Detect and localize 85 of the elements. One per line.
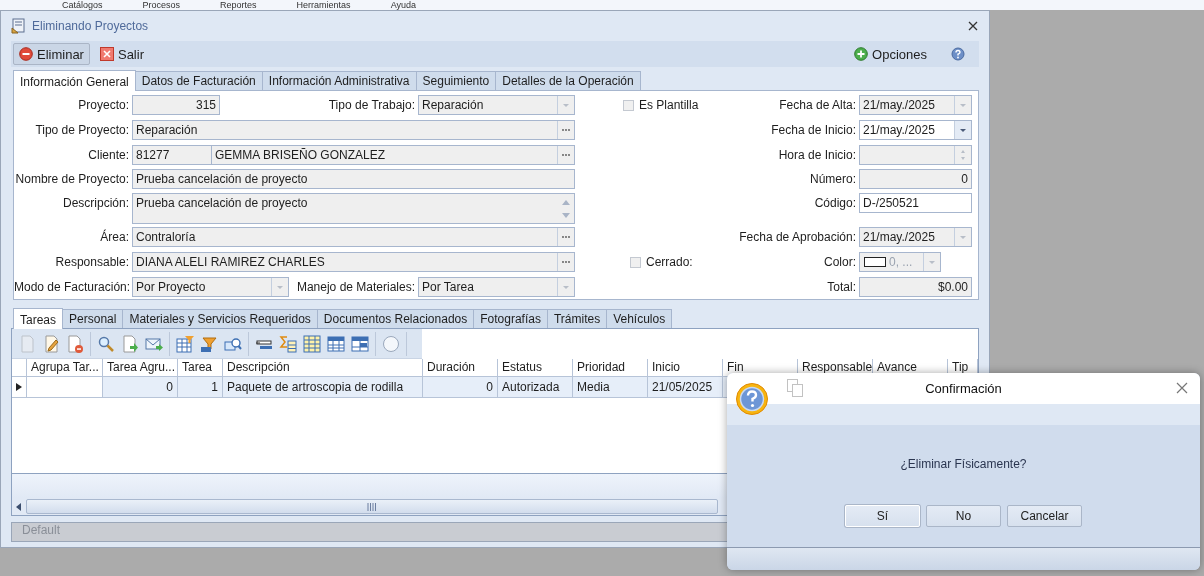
plus-circle-icon [854, 47, 869, 61]
document-ruler-icon [11, 18, 27, 34]
table-cell: 0 [103, 377, 178, 398]
column-header[interactable]: Inicio [648, 359, 723, 377]
menu-item[interactable]: Ayuda [390, 0, 416, 10]
toolbar-button[interactable]: Salir [93, 43, 150, 65]
close-box-icon [99, 47, 114, 61]
field-label: Proyecto: [77, 97, 130, 114]
copy-icon[interactable] [787, 379, 803, 397]
table-filter-icon[interactable] [176, 334, 194, 353]
table-cell: 0 [423, 377, 498, 398]
dialog-button[interactable]: Cancelar [1007, 505, 1082, 527]
field-label: Fecha de Alta: [778, 97, 857, 114]
color-swatch-icon [864, 256, 886, 268]
edit-page-icon[interactable] [42, 334, 60, 353]
column-header[interactable]: Prioridad [573, 359, 648, 377]
close-icon[interactable] [967, 20, 979, 32]
circle-icon[interactable] [382, 334, 400, 353]
table-icon[interactable] [327, 334, 345, 353]
checkbox-label: Cerrado: [646, 254, 693, 271]
field-label: Total: [826, 279, 857, 296]
window-title: Eliminando Proyectos [32, 19, 150, 33]
table-cell: 21/05/2025 [648, 377, 723, 398]
table-icon[interactable] [351, 334, 369, 353]
field-label: Nombre de Proyecto: [14, 171, 130, 188]
field-label: Color: [823, 254, 857, 271]
field-label: Área: [99, 228, 130, 246]
dialog-title: Confirmación [925, 381, 1002, 396]
tab[interactable]: Tareas [13, 308, 64, 329]
field-label: Código: [813, 195, 857, 212]
search-icon[interactable] [97, 334, 115, 353]
dialog-message: ¿Eliminar Físicamente? [900, 457, 1027, 471]
table-cell: Autorizada [498, 377, 573, 398]
tab[interactable]: Fotografías [473, 309, 548, 328]
tab[interactable]: Trámites [546, 309, 608, 328]
menu-item[interactable]: Catálogos [62, 0, 103, 10]
menu-item[interactable]: Procesos [142, 0, 181, 10]
menu-item[interactable]: Herramientas [296, 0, 351, 10]
table-cell: Media [573, 377, 648, 398]
menu-item[interactable]: Reportes [220, 0, 257, 10]
text-field[interactable]: D-/250521 [859, 193, 972, 213]
tab[interactable]: Información General [13, 70, 136, 91]
column-header[interactable]: Descripción [223, 359, 423, 377]
delete-page-icon[interactable] [66, 334, 84, 353]
scrollbar-thumb[interactable] [26, 499, 718, 514]
field-label: Manejo de Materiales: [295, 279, 416, 296]
export-page-icon[interactable] [121, 334, 139, 353]
tab[interactable]: Información Administrativa [261, 71, 417, 90]
column-header[interactable]: Tarea [178, 359, 223, 377]
column-header[interactable]: Tarea Agru... [103, 359, 178, 377]
dialog-button[interactable]: Sí [845, 505, 920, 527]
field-label: Fecha de Aprobación: [738, 229, 857, 246]
field-label: Tipo de Proyecto: [34, 122, 130, 139]
column-header[interactable]: Duración [423, 359, 498, 377]
tab[interactable]: Seguimiento [415, 71, 497, 90]
tab[interactable]: Datos de Facturación [134, 71, 263, 90]
table-cell: 1 [178, 377, 223, 398]
tab[interactable]: Materiales y Servicios Requeridos [122, 309, 318, 328]
toolbar-button[interactable]: Eliminar [13, 43, 90, 65]
field-label: Tipo de Trabajo: [327, 97, 416, 114]
grid-icon[interactable] [303, 334, 321, 353]
tab[interactable]: Documentos Relacionados [316, 309, 475, 328]
minus-circle-icon [19, 47, 33, 61]
dropdown-field[interactable]: 21/may./2025 [859, 120, 972, 140]
field-label: Cliente: [87, 147, 130, 164]
field-label: Descripción: [61, 195, 130, 212]
options-button[interactable]: Opciones [848, 43, 933, 65]
tab[interactable]: Detalles de la Operación [495, 71, 641, 90]
column-header[interactable]: Agrupa Tar... [27, 359, 103, 377]
tab[interactable]: Vehículos [606, 309, 673, 328]
close-icon[interactable] [1176, 382, 1188, 394]
tab[interactable]: Personal [62, 309, 124, 328]
checkbox-label: Es Plantilla [639, 97, 699, 114]
dialog-button[interactable]: No [926, 505, 1001, 527]
field-label: Hora de Inicio: [777, 147, 857, 164]
field-label: Modo de Facturación: [14, 279, 132, 296]
sum-icon[interactable] [279, 334, 297, 353]
filter-icon[interactable] [200, 334, 218, 353]
column-header[interactable]: Estatus [498, 359, 573, 377]
help-icon[interactable] [951, 47, 965, 61]
field-label: Número: [809, 171, 857, 188]
field-label: Fecha de Inicio: [770, 122, 857, 139]
table-cell: Paquete de artroscopia de rodilla [223, 377, 423, 398]
field-label: Responsable: [54, 254, 130, 271]
grip-icon [367, 502, 377, 511]
